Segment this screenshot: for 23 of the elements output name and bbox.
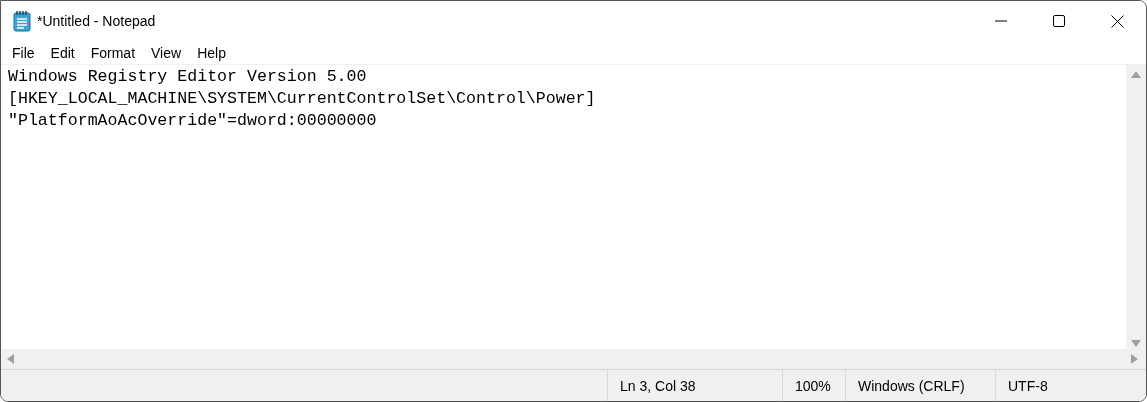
- text-line: "PlatformAoAcOverride"=dword:00000000: [8, 110, 377, 132]
- scroll-down-icon[interactable]: [1131, 340, 1141, 347]
- menu-item[interactable]: View: [143, 44, 190, 61]
- close-icon: [1110, 14, 1124, 28]
- minimize-icon: [995, 20, 1007, 22]
- vertical-scrollbar[interactable]: [1126, 65, 1146, 349]
- menu-item[interactable]: Edit: [42, 44, 83, 61]
- menu-item[interactable]: Help: [189, 44, 234, 61]
- menu-item[interactable]: Format: [82, 44, 144, 61]
- scroll-right-icon[interactable]: [1131, 354, 1138, 364]
- notepad-icon: [13, 10, 31, 32]
- maximize-icon: [1053, 15, 1065, 27]
- scroll-left-icon[interactable]: [7, 354, 14, 364]
- horizontal-scrollbar[interactable]: [1, 349, 1146, 369]
- text-line: [HKEY_LOCAL_MACHINE\SYSTEM\CurrentControlSet\Control\Power]: [8, 88, 596, 110]
- window-title: *Untitled - Notepad: [37, 13, 156, 29]
- status-text: Ln 3, Col 38: [607, 370, 782, 401]
- menu-item[interactable]: File: [4, 44, 43, 61]
- scroll-up-icon[interactable]: [1131, 71, 1141, 78]
- status-text: UTF-8: [995, 370, 1135, 401]
- text-line: Windows Registry Editor Version 5.00: [8, 66, 367, 88]
- status-text: Windows (CRLF): [845, 370, 995, 401]
- status-text: 100%: [782, 370, 845, 401]
